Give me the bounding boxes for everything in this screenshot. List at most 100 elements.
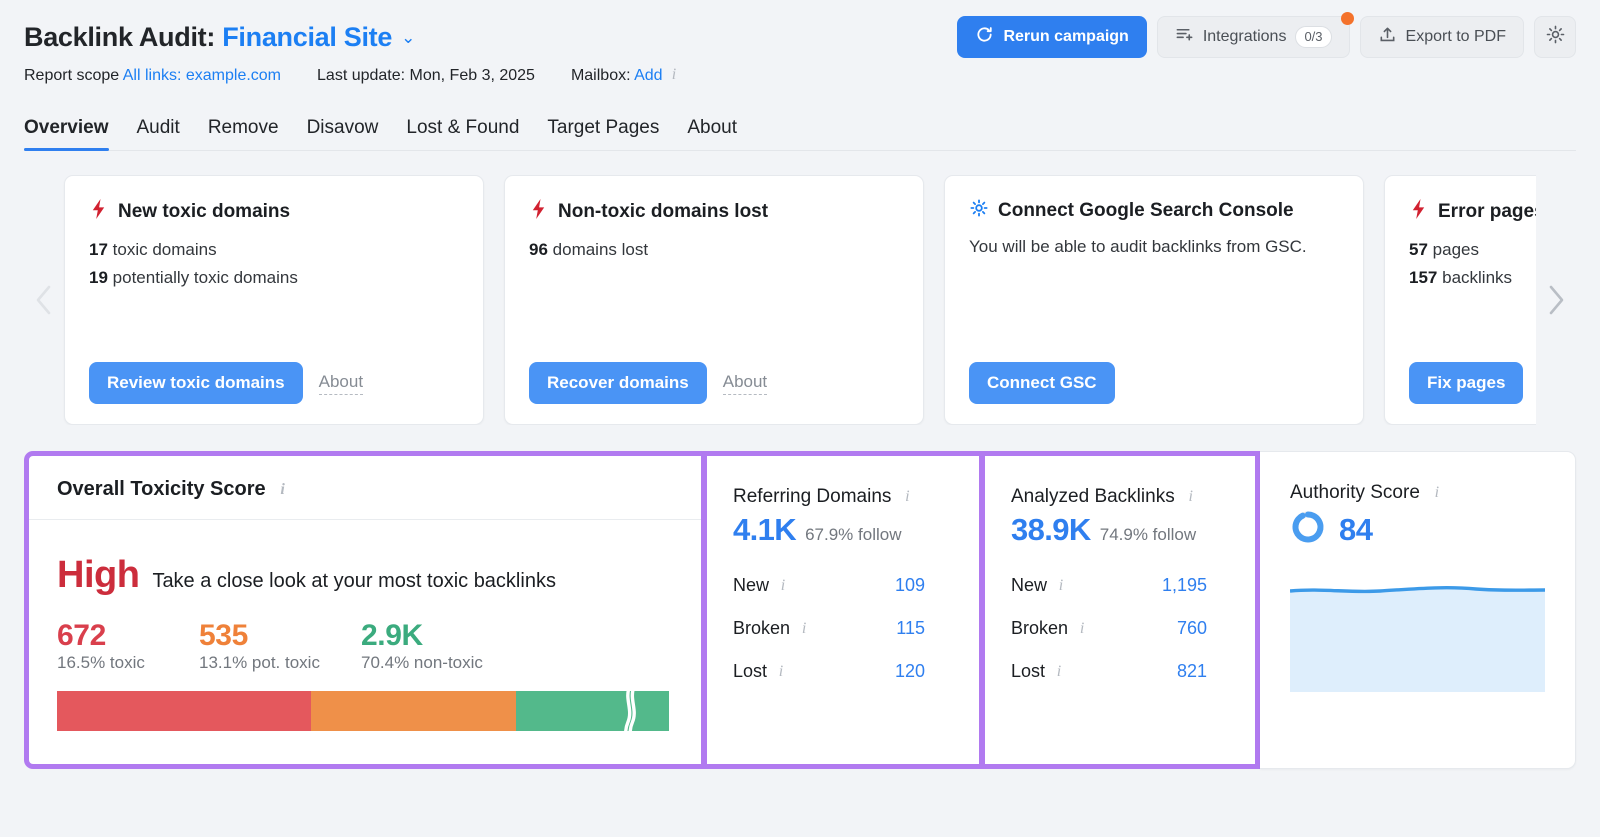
upload-icon	[1378, 25, 1397, 49]
report-scope-link[interactable]: All links: example.com	[123, 67, 281, 84]
promo-card-title: Non-toxic domains lost	[558, 201, 769, 222]
header-actions: Rerun campaign Integrations 0/3 Export t…	[957, 12, 1576, 58]
tab-disavow[interactable]: Disavow	[307, 117, 379, 150]
promo-card-cta-button[interactable]: Fix pages	[1409, 362, 1524, 404]
mailbox-add-link[interactable]: Add	[634, 67, 662, 84]
promo-card-about-link[interactable]: About	[722, 371, 768, 395]
toxicity-info-icon[interactable]: i	[276, 481, 290, 499]
authority-score-value: 84	[1339, 511, 1373, 547]
metric-row-info-icon[interactable]: i	[776, 577, 790, 595]
promo-card-cta-button[interactable]: Connect GSC	[969, 362, 1115, 404]
export-to-pdf-label: Export to PDF	[1405, 28, 1506, 45]
authority-score-title: Authority Score	[1290, 482, 1420, 503]
toxicity-bar-segment-non-toxic	[515, 691, 669, 731]
promo-card: Non-toxic domains lost 96 domains lost Rec…	[504, 175, 924, 425]
tab-lost-found[interactable]: Lost & Found	[406, 117, 519, 150]
metric-row: New i 109	[733, 564, 953, 607]
toxicity-column-label: 16.5% toxic	[57, 653, 145, 672]
promo-card-about-link[interactable]: About	[318, 371, 364, 395]
metric-row-value[interactable]: 760	[1177, 618, 1229, 639]
toxicity-distribution-bar	[57, 691, 669, 731]
analyzed-backlinks-info-icon[interactable]: i	[1184, 488, 1198, 506]
page-header: Backlink Audit: Financial Site ⌄ Rerun ca…	[0, 0, 1600, 85]
tab-about[interactable]: About	[687, 117, 737, 150]
metric-row: Broken i 760	[1011, 607, 1229, 650]
analyzed-backlinks-title-row: Analyzed Backlinks i	[1011, 486, 1229, 508]
metric-row-value[interactable]: 109	[895, 575, 953, 596]
chevron-down-icon[interactable]: ⌄	[401, 28, 415, 48]
integrations-wrapper: Integrations 0/3	[1156, 12, 1354, 58]
promo-card-actions: Connect GSC	[969, 362, 1339, 404]
bolt-icon	[529, 198, 549, 226]
analyzed-backlinks-panel: Analyzed Backlinks i 38.9K 74.9% follow …	[982, 451, 1260, 769]
metric-row-label: Broken	[1011, 618, 1069, 638]
tab-overview[interactable]: Overview	[24, 117, 109, 151]
metric-row-label-group: Lost i	[1011, 661, 1066, 682]
promo-stat-label: toxic domains	[112, 240, 217, 259]
rerun-campaign-button[interactable]: Rerun campaign	[957, 16, 1147, 58]
tab-remove[interactable]: Remove	[208, 117, 279, 150]
promo-card-cta-button[interactable]: Review toxic domains	[89, 362, 303, 404]
metric-row-info-icon[interactable]: i	[774, 663, 788, 681]
metric-row-info-icon[interactable]: i	[1075, 620, 1089, 638]
referring-domains-info-icon[interactable]: i	[900, 488, 914, 506]
promo-card-actions: Recover domains About	[529, 362, 899, 404]
main-nav-tabs: Overview Audit Remove Disavow Lost & Found Ta…	[24, 107, 1576, 151]
integrations-label: Integrations	[1202, 28, 1287, 45]
page-title: Backlink Audit: Financial Site ⌄	[24, 22, 415, 53]
carousel-track: New toxic domains 17 toxic domains 19 pote…	[24, 175, 1576, 425]
project-name-link[interactable]: Financial Site	[222, 22, 392, 52]
header-subline: Report scope All links: example.com Last…	[24, 66, 1576, 85]
toxicity-breakdown: 672 16.5% toxic 535 13.1% pot. toxic 2.9K 70.…	[57, 619, 673, 673]
promo-card: New toxic domains 17 toxic domains 19 pote…	[64, 175, 484, 425]
toxicity-breakdown-column: 672 16.5% toxic	[57, 619, 199, 673]
metric-row-label: New	[1011, 575, 1048, 595]
referring-domains-summary: 4.1K 67.9% follow	[733, 512, 953, 548]
promo-card-stat-line: 19 potentially toxic domains	[89, 265, 459, 291]
analyzed-backlinks-rows: New i 1,195 Broken i 760 Lost i 821	[1011, 564, 1229, 693]
promo-card-stat-line: 17 toxic domains	[89, 237, 459, 263]
mailbox: Mailbox: Add i	[571, 66, 681, 85]
toxicity-panel-header: Overall Toxicity Score i	[29, 456, 701, 520]
metric-row-info-icon[interactable]: i	[1054, 577, 1068, 595]
referring-domains-total: 4.1K	[733, 512, 797, 547]
integrations-button[interactable]: Integrations 0/3	[1156, 16, 1350, 58]
toxicity-verdict: High Take a close look at your most toxi…	[57, 554, 673, 597]
metric-row: Broken i 115	[733, 607, 953, 650]
list-add-icon	[1175, 25, 1194, 49]
metric-row-value[interactable]: 1,195	[1162, 575, 1229, 596]
promo-carousel: New toxic domains 17 toxic domains 19 pote…	[0, 175, 1600, 425]
promo-stat-label: backlinks	[1442, 268, 1513, 288]
metric-row-label: Lost	[733, 661, 768, 681]
promo-card-stat-line: 96 domains lost	[529, 237, 899, 263]
metric-row: Lost i 821	[1011, 650, 1229, 693]
carousel-next-button[interactable]	[1536, 175, 1576, 425]
metric-row-label: Broken	[733, 618, 791, 638]
metric-row-info-icon[interactable]: i	[797, 620, 811, 638]
metric-row-value[interactable]: 120	[895, 661, 953, 682]
metric-row-value[interactable]: 821	[1177, 661, 1229, 682]
authority-score-panel: Authority Score i 84	[1260, 451, 1576, 769]
carousel-prev-button[interactable]	[24, 175, 64, 425]
referring-domains-follow-pct: 67.9% follow	[805, 525, 902, 544]
promo-stat-value: 57	[1409, 240, 1428, 259]
metric-row-value[interactable]: 115	[896, 618, 953, 639]
metric-row: New i 1,195	[1011, 564, 1229, 607]
toxicity-column-label: 13.1% pot. toxic	[199, 653, 320, 672]
authority-score-sparkline	[1289, 582, 1546, 692]
export-to-pdf-button[interactable]: Export to PDF	[1359, 16, 1524, 58]
rerun-campaign-label: Rerun campaign	[1003, 28, 1129, 45]
integrations-count-badge: 0/3	[1295, 26, 1332, 48]
tab-target-pages[interactable]: Target Pages	[547, 117, 659, 150]
promo-card-cta-button[interactable]: Recover domains	[529, 362, 707, 404]
toxicity-level: High	[57, 554, 140, 596]
gear-icon	[969, 198, 989, 224]
settings-button[interactable]	[1534, 16, 1576, 58]
mailbox-info-icon[interactable]: i	[667, 66, 681, 84]
metric-row-label: New	[733, 575, 770, 595]
tab-audit[interactable]: Audit	[137, 117, 180, 150]
authority-score-info-icon[interactable]: i	[1430, 484, 1444, 502]
promo-card: Connect Google Search Console You will be…	[944, 175, 1364, 425]
metric-row-info-icon[interactable]: i	[1052, 663, 1066, 681]
overall-toxicity-score-panel: Overall Toxicity Score i High Take a clo…	[24, 451, 704, 769]
